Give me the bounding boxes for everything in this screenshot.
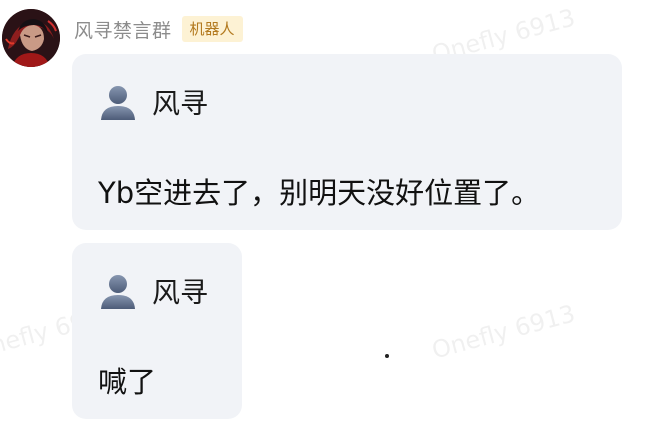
avatar[interactable] (2, 9, 60, 67)
quote-header: 风寻 (98, 271, 208, 311)
stray-dot (385, 354, 389, 358)
sender-name[interactable]: 风寻禁言群 (74, 16, 172, 43)
avatar-image (2, 9, 60, 67)
message-text: Yb空进去了，别明天没好位置了。 (98, 176, 541, 210)
message-text: 喊了 (98, 365, 157, 399)
quote-header: 风寻 (98, 82, 208, 122)
sender-header: 风寻禁言群 机器人 (74, 14, 243, 44)
quoted-user-name: 风寻 (152, 87, 209, 120)
user-silhouette-icon (101, 86, 135, 120)
user-silhouette-icon (101, 275, 135, 309)
bot-badge: 机器人 (181, 16, 243, 42)
message-bubble[interactable]: 风寻 喊了 (72, 243, 242, 419)
message-bubble[interactable]: 风寻 Yb空进去了，别明天没好位置了。 (72, 54, 622, 230)
watermark-text: Onefly 6913 (428, 299, 579, 365)
quoted-user-name: 风寻 (152, 276, 209, 309)
